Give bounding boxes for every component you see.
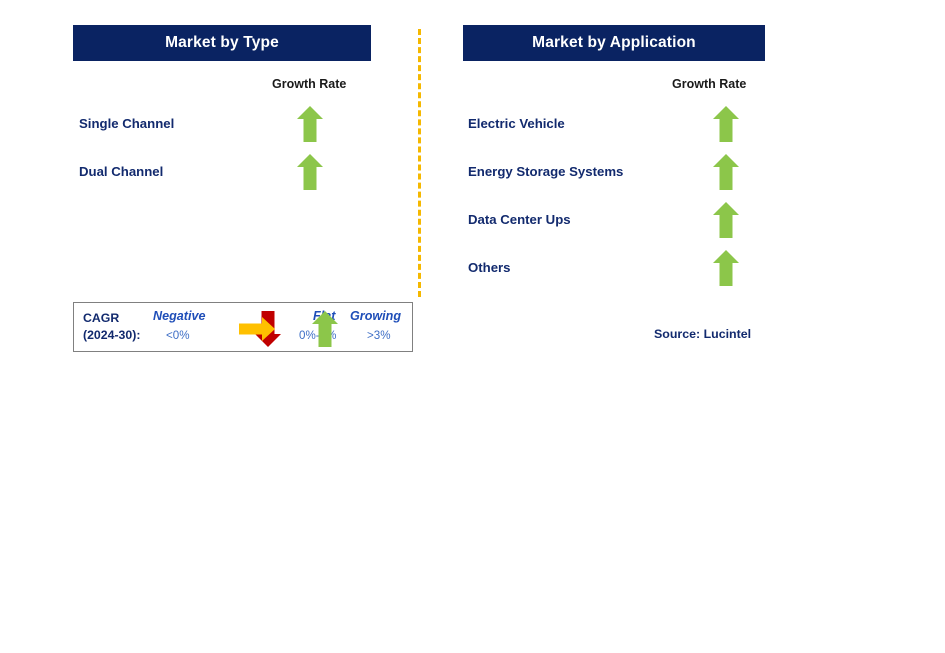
arrow-up-icon (713, 106, 739, 142)
panel-title-market-by-application: Market by Application (532, 34, 696, 51)
row-label-dual-channel: Dual Channel (79, 164, 164, 179)
legend-range-growing: >3% (367, 329, 391, 342)
arrow-up-icon (297, 154, 323, 190)
table-row: Data Center Ups (468, 202, 768, 242)
growth-rate-caption-application: Growth Rate (672, 77, 747, 91)
panel-header-market-by-application: Market by Application (463, 25, 765, 61)
legend-title-negative: Negative (153, 309, 206, 323)
table-row: Single Channel (79, 106, 379, 146)
arrow-right-icon (239, 317, 275, 341)
table-row: Electric Vehicle (468, 106, 768, 146)
arrow-up-icon (297, 106, 323, 142)
source-note: Source: Lucintel (654, 327, 752, 341)
table-row: Others (468, 250, 768, 290)
table-row: Dual Channel (79, 154, 379, 194)
legend-cagr-line1: CAGR (83, 311, 120, 325)
arrow-up-icon (312, 311, 338, 347)
row-label-energy-storage-systems: Energy Storage Systems (468, 164, 624, 179)
legend-range-negative: <0% (166, 329, 190, 342)
legend-cagr-label: CAGR (2024-30): (83, 310, 140, 343)
arrow-up-icon (713, 154, 739, 190)
arrow-up-icon (713, 202, 739, 238)
panel-title-market-by-type: Market by Type (165, 34, 279, 51)
row-label-others: Others (468, 260, 511, 275)
row-label-data-center-ups: Data Center Ups (468, 212, 571, 227)
legend-item-growing: Growing >3% (312, 303, 412, 351)
cagr-legend: CAGR (2024-30): Negative <0% Flat 0%-3% … (73, 302, 413, 352)
legend-cagr-line2: (2024-30): (83, 327, 141, 342)
arrow-up-icon (713, 250, 739, 286)
row-label-single-channel: Single Channel (79, 116, 175, 131)
panel-header-market-by-type: Market by Type (73, 25, 371, 61)
legend-title-growing: Growing (350, 309, 402, 323)
table-row: Energy Storage Systems (468, 154, 768, 194)
row-label-electric-vehicle: Electric Vehicle (468, 116, 565, 131)
growth-rate-caption-type: Growth Rate (272, 77, 347, 91)
panel-divider (418, 29, 421, 297)
